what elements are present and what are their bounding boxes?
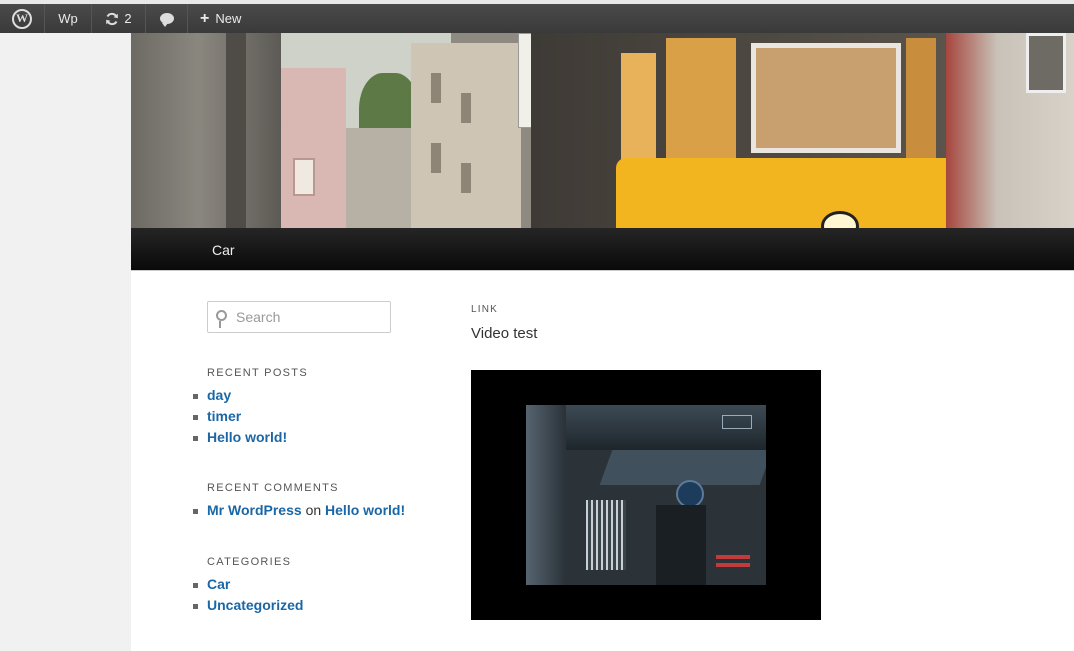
video-player[interactable] [471, 370, 821, 620]
recent-post-link[interactable]: Hello world! [207, 429, 287, 445]
list-item: Car [193, 576, 303, 597]
recent-posts-list: day timer Hello world! [193, 387, 287, 450]
updates-count: 2 [124, 11, 132, 26]
header-image[interactable] [131, 33, 1074, 228]
list-item: Uncategorized [193, 597, 303, 618]
comment-author-link[interactable]: Mr WordPress [207, 502, 302, 518]
wordpress-logo-icon: W [12, 8, 32, 29]
video-frame [526, 405, 766, 585]
plus-icon: + [200, 9, 210, 27]
comment-on-text: on [305, 502, 322, 518]
categories-list: Car Uncategorized [193, 576, 303, 618]
site-name-menu[interactable]: Wp [45, 4, 92, 33]
recent-post-link[interactable]: timer [207, 408, 241, 424]
updates-icon [106, 12, 119, 25]
list-item: timer [193, 408, 287, 429]
categories-title: CATEGORIES [207, 556, 292, 568]
recent-posts-title: RECENT POSTS [207, 367, 308, 379]
page: Car RECENT POSTS day timer Hello world! … [131, 33, 1074, 651]
admin-bar: W Wp 2 + New [0, 4, 1074, 33]
updates-menu[interactable]: 2 [92, 4, 146, 33]
new-content-menu[interactable]: + New [188, 4, 252, 33]
site-name: Wp [58, 11, 78, 26]
search-icon [216, 310, 227, 328]
wordpress-menu[interactable]: W [0, 4, 45, 33]
search-input[interactable] [236, 307, 386, 327]
search-box [207, 301, 391, 333]
comments-icon [159, 13, 174, 27]
recent-post-link[interactable]: day [207, 387, 231, 403]
comments-menu[interactable] [146, 4, 188, 33]
recent-comments-title: RECENT COMMENTS [207, 482, 339, 494]
list-item: Hello world! [193, 429, 287, 450]
comment-post-link[interactable]: Hello world! [325, 502, 405, 518]
new-label: New [215, 11, 242, 26]
category-link[interactable]: Car [207, 576, 230, 592]
post-title: Video test [471, 325, 538, 342]
post-format-label[interactable]: LINK [471, 304, 498, 315]
recent-comments-list: Mr WordPress on Hello world! [193, 502, 405, 523]
list-item: Mr WordPress on Hello world! [193, 502, 405, 523]
main-navigation: Car [131, 228, 1074, 271]
list-item: day [193, 387, 287, 408]
category-link[interactable]: Uncategorized [207, 597, 303, 613]
nav-item-car[interactable]: Car [212, 242, 235, 258]
